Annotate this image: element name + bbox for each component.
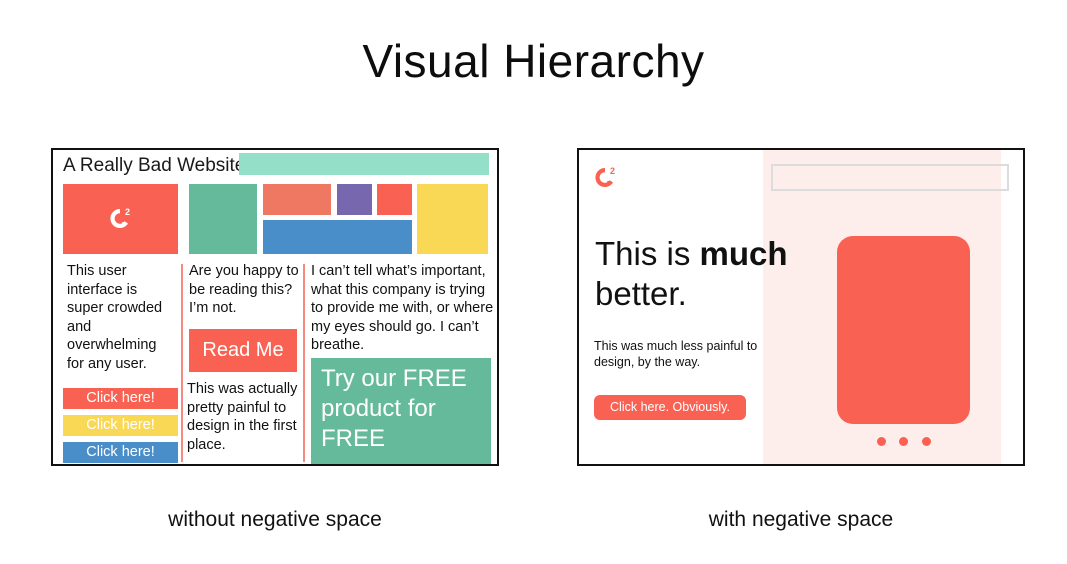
green-block bbox=[189, 184, 257, 254]
headline-regular: This is bbox=[595, 235, 700, 272]
svg-text:2: 2 bbox=[610, 166, 615, 176]
hero-subtext: This was much less painful to design, by… bbox=[594, 339, 758, 369]
header-bar-block bbox=[239, 153, 489, 175]
g2-logo-icon: 2 bbox=[595, 166, 615, 187]
read-me-button[interactable]: Read Me bbox=[189, 329, 297, 372]
carousel-dot[interactable] bbox=[877, 437, 886, 446]
hero-image-card bbox=[837, 236, 970, 424]
headline-line2: better. bbox=[595, 275, 687, 312]
bad-website-mockup: A Really Bad Website 2 This user interfa… bbox=[51, 148, 499, 466]
blue-block bbox=[263, 220, 412, 254]
g2-logo-icon: 2 bbox=[109, 207, 130, 228]
bad-site-title: A Really Bad Website bbox=[63, 155, 246, 176]
column1-text: This user interface is super crowded and… bbox=[67, 263, 163, 372]
click-here-button-blue[interactable]: Click here! bbox=[63, 442, 178, 463]
search-input[interactable] bbox=[771, 164, 1009, 191]
hero-headline: This is much better. bbox=[595, 234, 788, 314]
purple-block bbox=[337, 184, 372, 215]
click-here-button-yellow[interactable]: Click here! bbox=[63, 415, 178, 436]
svg-text:2: 2 bbox=[125, 207, 130, 217]
column-divider bbox=[303, 264, 305, 462]
cta-button[interactable]: Click here. Obviously. bbox=[594, 395, 746, 420]
click-here-button-red[interactable]: Click here! bbox=[63, 388, 178, 409]
red-block bbox=[377, 184, 412, 215]
headline-bold: much bbox=[699, 235, 788, 272]
free-product-promo[interactable]: Try our FREE product for FREE bbox=[311, 358, 491, 464]
carousel-dot[interactable] bbox=[899, 437, 908, 446]
column2-text: Are you happy to be reading this? I’m no… bbox=[189, 263, 299, 316]
caption-without-negative-space: without negative space bbox=[168, 508, 382, 531]
carousel-dot[interactable] bbox=[922, 437, 931, 446]
yellow-block bbox=[417, 184, 488, 254]
page-title: Visual Hierarchy bbox=[362, 35, 705, 87]
column3-text: I can’t tell what’s important, what this… bbox=[311, 263, 494, 353]
salmon-block bbox=[263, 184, 331, 215]
good-website-mockup: 2 This is much better. This was much les… bbox=[577, 148, 1025, 466]
column2-bottom-text: This was actually pretty painful to desi… bbox=[187, 381, 298, 453]
column-divider bbox=[181, 264, 183, 462]
caption-with-negative-space: with negative space bbox=[708, 508, 894, 531]
logo-block: 2 bbox=[63, 184, 178, 254]
